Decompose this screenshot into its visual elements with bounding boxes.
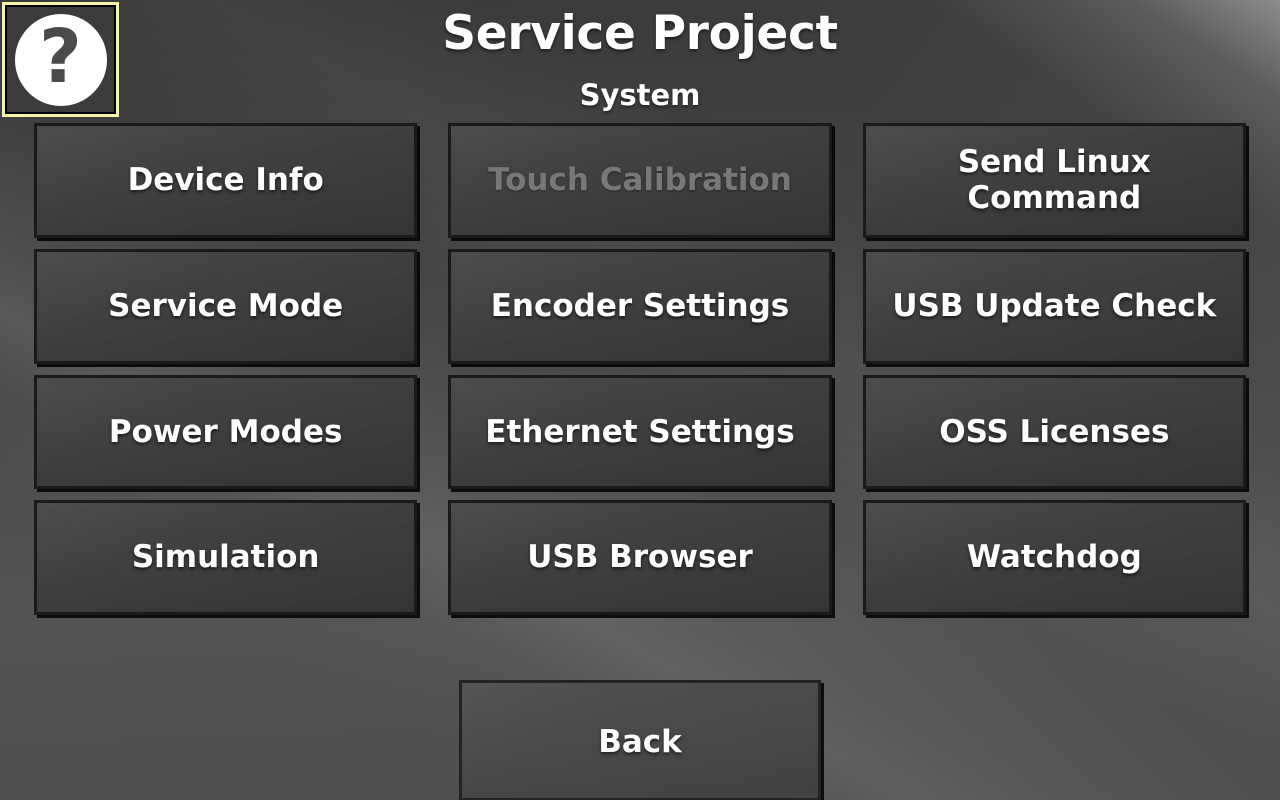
menu-button-service-mode[interactable]: Service Mode: [34, 248, 418, 364]
menu-button-simulation[interactable]: Simulation: [34, 500, 418, 615]
page-title: Service Project: [442, 6, 838, 61]
menu-button-touch-calibration: Touch Calibration: [448, 123, 832, 238]
menu-button-watchdog[interactable]: Watchdog: [862, 500, 1246, 615]
menu-button-device-info[interactable]: Device Info: [34, 123, 418, 238]
menu-button-encoder-settings[interactable]: Encoder Settings: [448, 248, 832, 364]
service-project-screen: ? Service Project System Device Info Touc…: [0, 0, 1280, 800]
menu-button-usb-update-check[interactable]: USB Update Check: [862, 248, 1246, 364]
menu-button-send-linux-command[interactable]: Send Linux Command: [862, 123, 1246, 238]
menu-button-grid: Device Info Touch Calibration Send Linux C…: [34, 123, 1246, 615]
menu-button-ethernet-settings[interactable]: Ethernet Settings: [448, 374, 832, 490]
back-button[interactable]: Back: [459, 680, 821, 800]
page-subtitle: System: [579, 78, 701, 112]
menu-button-oss-licenses[interactable]: OSS Licenses: [862, 374, 1246, 490]
menu-button-power-modes[interactable]: Power Modes: [34, 374, 418, 490]
menu-button-usb-browser[interactable]: USB Browser: [448, 500, 832, 615]
